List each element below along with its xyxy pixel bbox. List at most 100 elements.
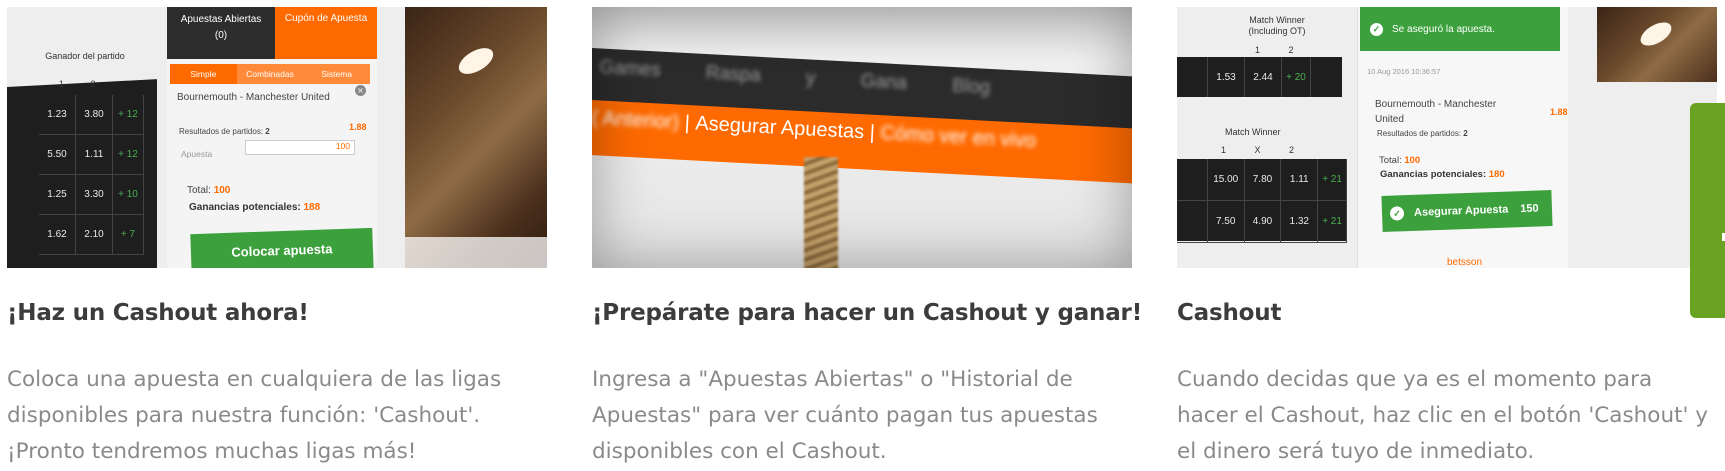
odds-cell[interactable]: 1.53 xyxy=(1208,57,1245,97)
check-icon: ✓ xyxy=(1370,22,1383,36)
match-name: Bournemouth - Manchester United xyxy=(1375,99,1497,125)
brand-logo: betsson xyxy=(1447,257,1483,268)
stake-input[interactable]: 100 xyxy=(245,140,355,155)
bet-date: 10 Aug 2016 10:36:57 xyxy=(1367,67,1441,76)
rope-knot xyxy=(454,42,498,80)
rope-photo xyxy=(405,7,547,268)
potential-label: Ganancias potenciales: xyxy=(1380,169,1487,180)
odds-row: 1.53 2.44 + 20 xyxy=(1177,57,1342,97)
odds-cell xyxy=(1177,201,1208,242)
potential-line: Ganancias potenciales: 188 xyxy=(189,202,320,213)
cashout-button[interactable]: ✓ Asegurar Apuesta 150 xyxy=(1381,190,1553,232)
more-markets[interactable]: + 21 xyxy=(1318,201,1347,242)
market-columns: 1 2 xyxy=(59,79,96,89)
odds-cell[interactable]: 7.50 xyxy=(1208,201,1245,242)
card-text: Ingresa a "Apuestas Abiertas" o "Histori… xyxy=(592,367,1098,464)
odds-cell[interactable]: 1.62 xyxy=(39,215,76,254)
card-cashout-now: Ganador del partido 1 2 1.23 3.80 + 12 5… xyxy=(7,7,547,464)
odds-grid: 1.23 3.80 + 12 5.50 1.11 + 12 1.25 3.30 … xyxy=(39,95,144,255)
more-markets[interactable]: + 21 xyxy=(1318,159,1347,200)
photo-fade xyxy=(405,237,547,268)
match-name: Bournemouth - Manchester United xyxy=(177,92,330,103)
odds-row: 1.25 3.30 + 10 xyxy=(39,175,144,215)
odds-cell[interactable]: 3.80 xyxy=(76,95,113,134)
card-cashout: Match Winner (Including OT) 1 2 1.53 2.4… xyxy=(1177,7,1717,464)
results-line: Resultados de partidos: 2 xyxy=(1377,129,1468,138)
close-icon[interactable]: × xyxy=(355,85,366,96)
odds-cell[interactable]: 15.00 xyxy=(1208,159,1245,200)
total-label: Total: xyxy=(1379,155,1402,166)
rope-photo xyxy=(1597,7,1717,82)
odds-cell[interactable]: 7.80 xyxy=(1245,159,1282,200)
odds-cell[interactable]: 1.25 xyxy=(39,175,76,214)
odds-cell xyxy=(1177,159,1208,200)
odds-cell[interactable]: 2.10 xyxy=(76,215,113,254)
odds-cell[interactable]: 3.30 xyxy=(76,175,113,214)
subtab-system[interactable]: Sistema xyxy=(303,64,371,84)
results-label: Resultados de partidos: xyxy=(179,127,264,136)
card-title: Cashout xyxy=(1177,300,1282,326)
place-bet-button[interactable]: Colocar apuesta xyxy=(190,227,374,268)
total-line: Total: 100 xyxy=(1379,155,1420,166)
card-image: Match Winner (Including OT) 1 2 1.53 2.4… xyxy=(1177,7,1717,268)
odds-row: 5.50 1.11 + 12 xyxy=(39,135,144,175)
market-header: Ganador del partido xyxy=(45,51,125,61)
card-image: Games Raspa y Gana Blog ( Anterior) | As… xyxy=(592,7,1132,268)
odds-cell[interactable]: 4.90 xyxy=(1245,201,1282,242)
selection-odd: 1.88 xyxy=(349,122,367,132)
odds-grid-2: 15.00 7.80 1.11 + 21 7.50 4.90 1.32 + 21 xyxy=(1177,159,1347,243)
card-title: ¡Haz un Cashout ahora! xyxy=(7,300,309,326)
stake-label: Apuesta xyxy=(181,149,213,159)
more-markets[interactable]: + 10 xyxy=(113,175,144,214)
market-header: Match Winner (Including OT) xyxy=(1248,15,1306,36)
odds-cell[interactable]: 1.11 xyxy=(76,135,113,174)
more-markets[interactable]: + 12 xyxy=(113,95,144,134)
tab-open-bets-count: (0) xyxy=(214,30,228,41)
market-columns: 1 2 xyxy=(1255,45,1294,55)
card-title: ¡Prepárate para hacer un Cashout y ganar… xyxy=(592,300,1142,326)
total-value: 100 xyxy=(213,185,231,196)
potential-value: 188 xyxy=(303,202,321,213)
slip-subtabs: Simple Combinadas Sistema xyxy=(170,64,371,84)
confirmation-banner: ✓ Se aseguró la apuesta. xyxy=(1360,7,1560,51)
market-header-2: Match Winner xyxy=(1225,127,1281,137)
results-line: Resultados de partidos: 2 xyxy=(179,127,270,136)
results-value: 2 xyxy=(1463,129,1468,138)
total-value: 100 xyxy=(1404,155,1421,166)
subtab-simple[interactable]: Simple xyxy=(170,64,237,84)
more-markets[interactable]: + 12 xyxy=(113,135,144,174)
more-markets[interactable]: + 20 xyxy=(1282,57,1311,97)
side-feedback-tab[interactable] xyxy=(1690,103,1725,318)
tab-open-bets-label: Apuestas Abiertas xyxy=(180,14,262,25)
odds-cell xyxy=(1177,57,1208,97)
card-text: Cuando decidas que ya es el momento para… xyxy=(1177,367,1708,464)
odds-grid: 1.53 2.44 + 20 xyxy=(1177,57,1342,97)
results-value: 2 xyxy=(265,127,270,136)
market-columns-2: 1 X 2 xyxy=(1221,145,1295,155)
odds-row: 1.62 2.10 + 7 xyxy=(39,215,144,255)
potential-value: 180 xyxy=(1488,169,1505,180)
odds-row: 7.50 4.90 1.32 + 21 xyxy=(1177,201,1347,243)
total-line: Total: 100 xyxy=(187,185,230,196)
subtab-combined[interactable]: Combinadas xyxy=(236,64,304,84)
tab-bet-coupon[interactable]: Cupón de Apuesta xyxy=(275,7,377,59)
card-text: Coloca una apuesta en cualquiera de las … xyxy=(7,367,502,464)
rope-knot xyxy=(1636,17,1676,51)
potential-label: Ganancias potenciales: xyxy=(189,202,301,213)
odds-cell[interactable]: 5.50 xyxy=(39,135,76,174)
total-label: Total: xyxy=(187,185,211,196)
odds-cell[interactable]: 2.44 xyxy=(1245,57,1282,97)
results-label: Resultados de partidos: xyxy=(1377,129,1462,138)
vignette xyxy=(592,7,1132,268)
odds-cell[interactable]: 1.23 xyxy=(39,95,76,134)
cashout-amount: 150 xyxy=(1520,202,1539,216)
odds-cell[interactable]: 1.11 xyxy=(1281,159,1319,200)
more-markets[interactable]: + 7 xyxy=(113,215,144,254)
odds-cell[interactable]: 1.32 xyxy=(1281,201,1319,242)
potential-line: Ganancias potenciales: 180 xyxy=(1380,169,1505,180)
odds-row: 1.23 3.80 + 12 xyxy=(39,95,144,135)
odds-row: 15.00 7.80 1.11 + 21 xyxy=(1177,159,1347,201)
card-get-ready: Games Raspa y Gana Blog ( Anterior) | As… xyxy=(592,7,1142,464)
tab-open-bets[interactable]: Apuestas Abiertas (0) xyxy=(167,7,275,59)
cashout-button-label: Asegurar Apuesta xyxy=(1413,203,1509,219)
